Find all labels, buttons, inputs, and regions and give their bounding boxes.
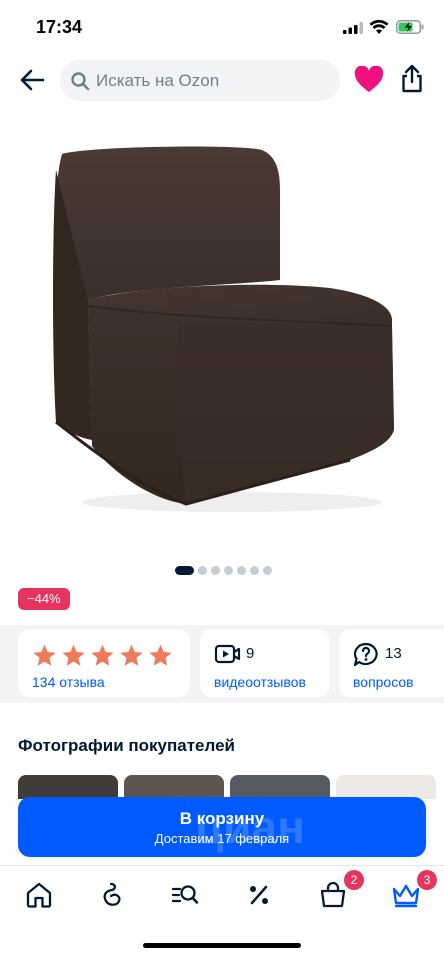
pagination-dot[interactable] bbox=[237, 565, 246, 575]
star-icon bbox=[149, 644, 172, 666]
status-bar: 17:34 bbox=[0, 0, 444, 52]
discount-percent-icon[interactable] bbox=[244, 880, 274, 910]
pagination-dot[interactable] bbox=[198, 565, 207, 575]
star-icon bbox=[91, 644, 114, 666]
rating-card[interactable]: 134 отзыва bbox=[18, 629, 190, 697]
premium-badge: 3 bbox=[417, 870, 437, 890]
search-placeholder: Искать на Ozon bbox=[96, 71, 220, 90]
questions-card[interactable]: 13 вопросов bbox=[339, 629, 444, 697]
add-to-cart-label: В корзину bbox=[179, 809, 265, 828]
question-bubble-icon bbox=[353, 642, 378, 667]
signal-icon bbox=[343, 22, 363, 34]
buyer-photo-thumbnail[interactable] bbox=[124, 775, 224, 799]
top-bar: Искать на Ozon bbox=[0, 52, 444, 110]
section-divider bbox=[0, 703, 444, 715]
reviews-count-link[interactable]: 134 отзыва bbox=[32, 674, 105, 690]
pagination-dot[interactable] bbox=[250, 565, 259, 575]
video-reviews-card[interactable]: 9 видеоотзывов bbox=[200, 629, 330, 697]
cart-badge: 2 bbox=[344, 870, 364, 890]
star-icon bbox=[120, 644, 143, 666]
status-time: 17:34 bbox=[36, 17, 83, 37]
catalog-search-icon[interactable] bbox=[170, 880, 200, 910]
video-camera-icon bbox=[214, 644, 241, 664]
questions-count: 13 bbox=[385, 645, 402, 662]
product-image[interactable] bbox=[0, 110, 444, 555]
delivery-date-label: Доставим 17 февраля bbox=[154, 831, 290, 846]
fresh-icon[interactable] bbox=[97, 880, 127, 910]
premium-nav-item[interactable]: 3 bbox=[391, 870, 437, 910]
favorite-heart-icon[interactable] bbox=[354, 66, 384, 94]
reviews-cards: 134 отзыва 9 видеоотзывов 13 вопросов bbox=[0, 625, 444, 703]
wifi-icon bbox=[369, 19, 389, 34]
gallery-pagination bbox=[175, 565, 272, 575]
buyer-photos-title: Фотографии покупателей bbox=[18, 736, 235, 755]
battery-icon bbox=[396, 20, 424, 34]
questions-label[interactable]: вопросов bbox=[353, 674, 414, 690]
video-reviews-label[interactable]: видеоотзывов bbox=[214, 674, 306, 690]
back-arrow-icon[interactable] bbox=[18, 66, 46, 94]
add-to-cart-button[interactable]: В корзину Доставим 17 февраля bbox=[18, 797, 426, 857]
share-icon[interactable] bbox=[400, 64, 424, 94]
cart-icon bbox=[320, 881, 346, 908]
pagination-dot[interactable] bbox=[263, 565, 272, 575]
home-indicator bbox=[143, 943, 301, 948]
pagination-dot-active[interactable] bbox=[175, 565, 194, 575]
buyer-photo-thumbnail[interactable] bbox=[18, 775, 118, 799]
discount-badge: −44% bbox=[18, 588, 70, 610]
buyer-photo-thumbnail[interactable] bbox=[230, 775, 330, 799]
search-input[interactable]: Искать на Ozon bbox=[60, 60, 340, 101]
star-icon bbox=[33, 644, 56, 666]
home-icon[interactable] bbox=[24, 880, 54, 910]
pagination-dot[interactable] bbox=[211, 565, 220, 575]
buyer-photos-strip bbox=[18, 775, 436, 799]
bottom-nav: 2 3 bbox=[0, 865, 444, 921]
buyer-photo-thumbnail[interactable] bbox=[336, 775, 436, 799]
rating-stars bbox=[32, 643, 173, 668]
star-icon bbox=[62, 644, 85, 666]
cart-nav-item[interactable]: 2 bbox=[318, 870, 364, 910]
search-icon bbox=[71, 72, 90, 91]
crown-icon bbox=[392, 884, 420, 908]
pagination-dot[interactable] bbox=[224, 565, 233, 575]
armchair-image bbox=[53, 146, 394, 512]
video-reviews-count: 9 bbox=[246, 645, 255, 662]
